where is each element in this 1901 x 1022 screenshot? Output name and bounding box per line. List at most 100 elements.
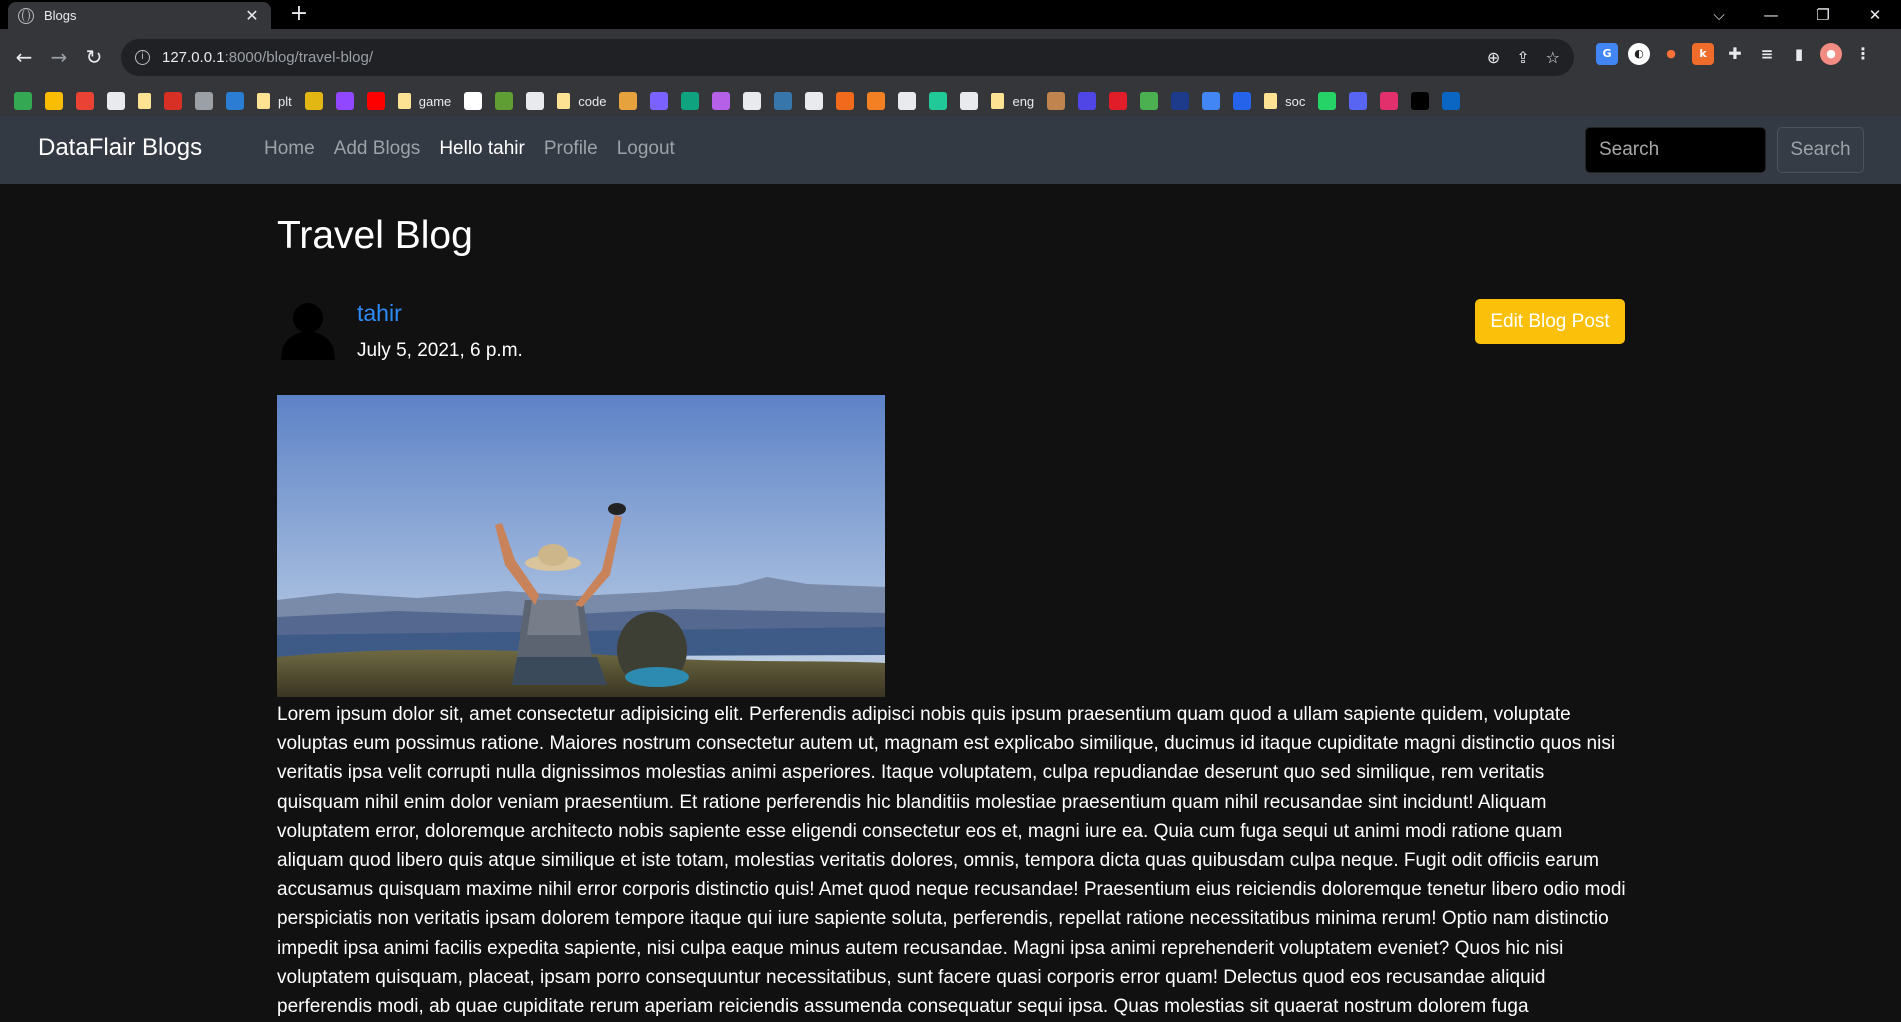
bookmark-folder-game[interactable]: game	[397, 93, 451, 109]
bookmark-item[interactable]	[774, 92, 793, 110]
minimize-icon[interactable]: —	[1745, 6, 1797, 24]
close-tab-icon[interactable]: ✕	[243, 6, 261, 25]
bookmark-item[interactable]	[805, 92, 824, 110]
bookmark-item[interactable]	[1411, 92, 1430, 110]
instagram-icon	[1380, 92, 1399, 110]
folder-icon	[397, 93, 411, 109]
bookmark-item[interactable]	[1349, 92, 1368, 110]
bookmark-item[interactable]	[107, 92, 125, 110]
nav-hello-user[interactable]: Hello tahir	[439, 138, 525, 160]
bookmark-item[interactable]	[1171, 92, 1190, 110]
author-avatar-icon	[281, 303, 335, 360]
web-icon	[107, 92, 125, 110]
bookmark-item[interactable]	[45, 92, 63, 110]
profile-avatar-icon[interactable]: ●	[1820, 43, 1842, 65]
va-icon	[1233, 92, 1252, 110]
circle-extension-icon[interactable]: ◐	[1628, 43, 1650, 65]
browser-tab[interactable]: Blogs ✕	[8, 2, 271, 29]
window-controls: ⌵ — ❐ ✕	[1693, 0, 1901, 29]
face-icon	[1047, 92, 1066, 110]
address-bar[interactable]: i 127.0.0.1:8000/blog/travel-blog/ ⊕ ⇪ ☆	[121, 39, 1574, 76]
bookmark-item[interactable]	[1047, 92, 1066, 110]
bookmark-item[interactable]	[1140, 92, 1159, 110]
bookmark-item[interactable]	[464, 92, 483, 110]
menu-dots-icon[interactable]: ⋮	[1852, 43, 1874, 65]
bookmark-item[interactable]	[712, 92, 731, 110]
l-icon	[164, 92, 182, 110]
post-title: Travel Blog	[277, 214, 473, 257]
bookmark-item[interactable]	[898, 92, 917, 110]
twitch-icon	[335, 92, 354, 110]
bookmark-item[interactable]	[138, 93, 151, 109]
nav-home[interactable]: Home	[264, 138, 315, 160]
whatsapp-icon	[1318, 92, 1337, 110]
nav-add-blogs[interactable]: Add Blogs	[334, 138, 421, 160]
bookmark-item[interactable]	[226, 92, 244, 110]
nav-links: Home Add Blogs Hello tahir Profile Logou…	[264, 138, 675, 160]
forward-icon[interactable]: →	[45, 43, 73, 71]
g-icon	[929, 92, 948, 110]
nav-profile[interactable]: Profile	[544, 138, 598, 160]
reload-icon[interactable]: ↻	[80, 43, 108, 71]
bookmark-item[interactable]	[335, 92, 354, 110]
edit-blog-post-button[interactable]: Edit Blog Post	[1475, 299, 1625, 344]
new-tab-button[interactable]: +	[287, 2, 311, 26]
search-button[interactable]: Search	[1777, 127, 1864, 173]
close-window-icon[interactable]: ✕	[1849, 6, 1901, 24]
bookmark-item[interactable]	[619, 92, 638, 110]
bookmark-item[interactable]	[960, 92, 979, 110]
fire-extension-icon[interactable]: ●	[1660, 43, 1682, 65]
figure-icon	[495, 92, 514, 110]
bot-icon	[712, 92, 731, 110]
puzzle-icon[interactable]: ✚	[1724, 43, 1746, 65]
site-info-icon[interactable]: i	[135, 50, 150, 65]
bookmark-item[interactable]	[366, 92, 385, 110]
restore-icon[interactable]: ❐	[1797, 6, 1849, 24]
bookmark-item[interactable]	[743, 92, 762, 110]
bookmark-folder-soc[interactable]: soc	[1264, 93, 1305, 109]
nav-logout[interactable]: Logout	[617, 138, 675, 160]
bookmark-item[interactable]	[1109, 92, 1128, 110]
discord-icon	[1349, 92, 1368, 110]
bookmark-star-icon[interactable]: ☆	[1546, 48, 1560, 67]
bookmark-item[interactable]	[495, 92, 514, 110]
translate-extension-icon[interactable]: G	[1596, 43, 1618, 65]
bookmark-item[interactable]	[650, 92, 669, 110]
extension-icons: G ◐ ● k ✚ ≡ ▮ ● ⋮	[1596, 43, 1874, 65]
bookmark-item[interactable]	[304, 92, 323, 110]
orange-extension-icon[interactable]: k	[1692, 43, 1714, 65]
bookmark-folder-eng[interactable]: eng	[991, 93, 1034, 109]
bookmark-item[interactable]	[164, 92, 182, 110]
back-icon[interactable]: ←	[10, 43, 38, 71]
author-link[interactable]: tahir	[357, 300, 402, 327]
brand-logo[interactable]: DataFlair Blogs	[38, 134, 202, 162]
bookmark-folder-code[interactable]: code	[557, 93, 606, 109]
browser-toolbar: ← → ↻ i 127.0.0.1:8000/blog/travel-blog/…	[0, 29, 1901, 86]
bookmark-item[interactable]	[1380, 92, 1399, 110]
folder-icon	[138, 93, 151, 109]
search-input[interactable]	[1585, 127, 1766, 173]
bookmark-item[interactable]	[76, 92, 94, 110]
bookmark-item[interactable]	[1202, 92, 1221, 110]
python-icon	[774, 92, 793, 110]
bookmark-item[interactable]	[867, 92, 886, 110]
bookmark-item[interactable]	[526, 92, 545, 110]
bookmark-item[interactable]	[195, 92, 213, 110]
github-small-icon	[195, 92, 213, 110]
bookmark-item[interactable]	[681, 92, 700, 110]
zoom-icon[interactable]: ⊕	[1487, 48, 1500, 67]
bookmark-folder-plt[interactable]: plt	[257, 93, 292, 109]
bookmark-label: soc	[1285, 93, 1306, 109]
bookmark-item[interactable]	[1078, 92, 1097, 110]
bookmark-item[interactable]	[836, 92, 855, 110]
url-text[interactable]: 127.0.0.1:8000/blog/travel-blog/	[162, 49, 373, 66]
bookmark-item[interactable]	[14, 92, 32, 110]
side-panel-icon[interactable]: ▮	[1788, 43, 1810, 65]
bookmark-item[interactable]	[1442, 92, 1461, 110]
reading-list-icon[interactable]: ≡	[1756, 43, 1778, 65]
bookmark-item[interactable]	[1318, 92, 1337, 110]
share-icon[interactable]: ⇪	[1516, 48, 1529, 67]
bookmark-item[interactable]	[1233, 92, 1252, 110]
tab-search-icon[interactable]: ⌵	[1693, 6, 1745, 24]
bookmark-item[interactable]	[929, 92, 948, 110]
